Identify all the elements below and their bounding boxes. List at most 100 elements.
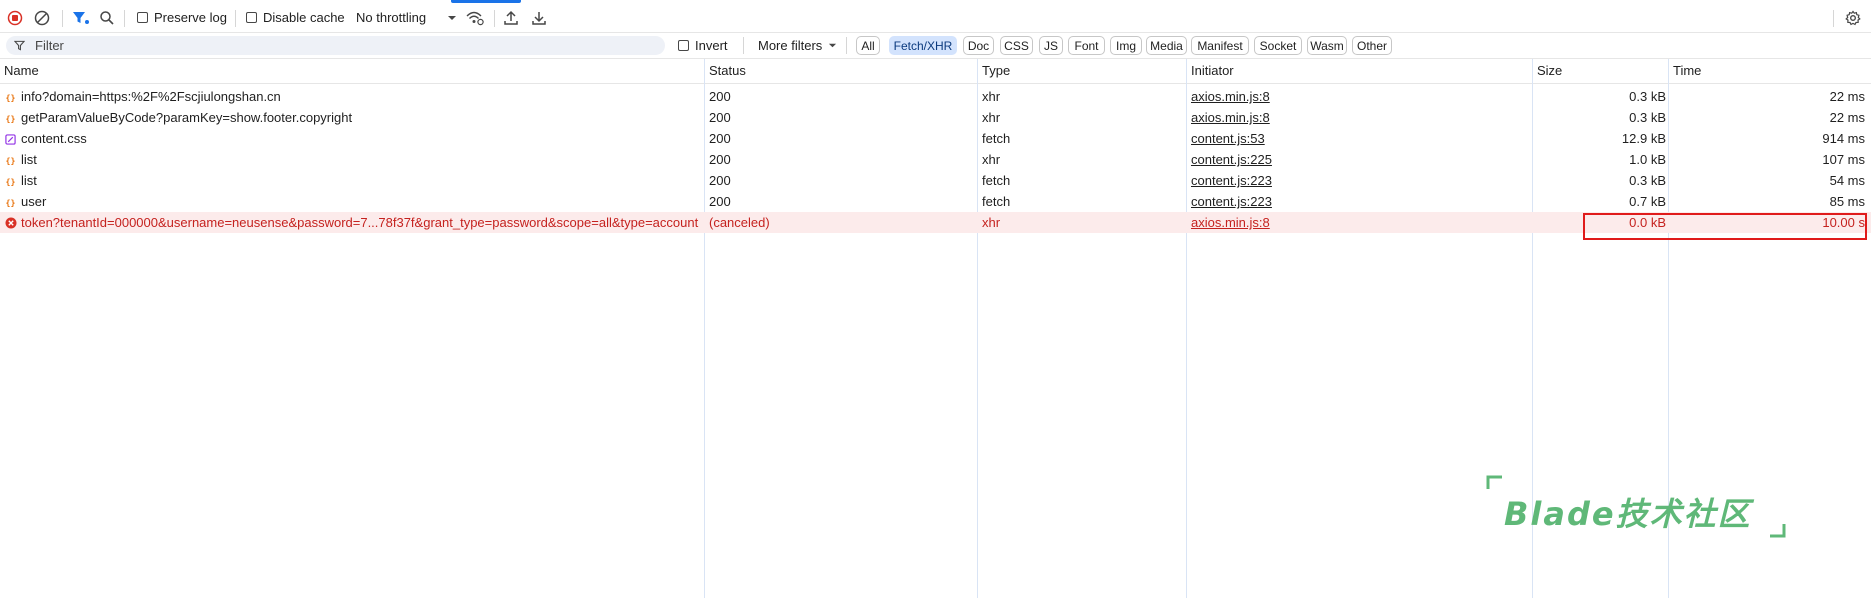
more-filters-dropdown[interactable]: More filters bbox=[758, 33, 837, 58]
request-size: 0.3 kB bbox=[1629, 173, 1666, 188]
network-toolbar: Preserve log Disable cache No throttling bbox=[0, 3, 1871, 33]
type-filter-doc[interactable]: Doc bbox=[963, 36, 994, 55]
import-har-icon[interactable] bbox=[503, 3, 519, 32]
column-header-type[interactable]: Type bbox=[978, 59, 1186, 83]
highlight-box bbox=[1583, 213, 1867, 240]
throttling-select[interactable]: No throttling bbox=[356, 3, 456, 32]
network-conditions-icon[interactable] bbox=[466, 3, 484, 32]
request-type: fetch bbox=[982, 194, 1011, 209]
request-size: 1.0 kB bbox=[1629, 152, 1666, 167]
request-type: xhr bbox=[982, 215, 1001, 230]
checkbox-box[interactable] bbox=[137, 12, 148, 23]
preserve-log-label: Preserve log bbox=[154, 10, 227, 25]
request-type: fetch bbox=[982, 131, 1011, 146]
type-filter-media[interactable]: Media bbox=[1146, 36, 1187, 55]
dropdown-arrow-icon[interactable] bbox=[447, 3, 457, 32]
requests-table-header: Name Status Type Initiator Size Time bbox=[0, 59, 1871, 84]
column-header-status[interactable]: Status bbox=[705, 59, 977, 83]
filter-input[interactable]: Filter bbox=[6, 36, 665, 55]
request-time: 22 ms bbox=[1829, 110, 1865, 125]
request-type: fetch bbox=[982, 173, 1011, 188]
toolbar-divider bbox=[235, 10, 236, 27]
checkbox-box[interactable] bbox=[246, 12, 257, 23]
clear-icon[interactable] bbox=[34, 3, 50, 32]
error-icon bbox=[5, 217, 17, 229]
export-har-icon[interactable] bbox=[531, 3, 547, 32]
search-icon[interactable] bbox=[99, 3, 115, 32]
stop-recording-icon[interactable] bbox=[7, 3, 23, 32]
column-header-initiator[interactable]: Initiator bbox=[1187, 59, 1532, 83]
request-status: 200 bbox=[709, 194, 731, 209]
table-row[interactable]: {} user 200 fetch content.js:223 0.7 kB 85 ms bbox=[0, 191, 1871, 212]
request-status: 200 bbox=[709, 110, 731, 125]
filter-icon[interactable] bbox=[72, 3, 90, 32]
request-size: 12.9 kB bbox=[1621, 131, 1666, 146]
table-row[interactable]: {} list 200 xhr content.js:225 1.0 kB 107 ms bbox=[0, 149, 1871, 170]
request-initiator[interactable]: axios.min.js:8 bbox=[1191, 107, 1529, 128]
svg-text:{}: {} bbox=[6, 114, 16, 124]
request-type: xhr bbox=[982, 110, 1001, 125]
type-filter-font[interactable]: Font bbox=[1068, 36, 1105, 55]
throttling-value: No throttling bbox=[356, 10, 427, 25]
type-filter-css[interactable]: CSS bbox=[1000, 36, 1033, 55]
toolbar-divider bbox=[1833, 10, 1834, 27]
request-name: content.css bbox=[21, 131, 87, 146]
request-name: list bbox=[21, 152, 37, 167]
column-header-size[interactable]: Size bbox=[1533, 59, 1668, 83]
request-initiator[interactable]: content.js:53 bbox=[1191, 128, 1529, 149]
request-time: 22 ms bbox=[1829, 89, 1865, 104]
table-row[interactable]: {} info?domain=https:%2F%2Fscjiulongshan.… bbox=[0, 86, 1871, 107]
request-initiator[interactable]: content.js:223 bbox=[1191, 191, 1529, 212]
request-size: 0.7 kB bbox=[1629, 194, 1666, 209]
column-header-time[interactable]: Time bbox=[1669, 59, 1869, 83]
xhr-icon: {} bbox=[5, 154, 16, 166]
request-initiator[interactable]: axios.min.js:8 bbox=[1191, 212, 1529, 233]
request-name: getParamValueByCode?paramKey=show.footer… bbox=[21, 110, 353, 125]
xhr-icon: {} bbox=[5, 112, 16, 124]
svg-text:{}: {} bbox=[6, 198, 16, 208]
invert-checkbox[interactable]: Invert bbox=[678, 33, 728, 58]
more-filters-label: More filters bbox=[758, 38, 823, 53]
type-filter-fetch-xhr[interactable]: Fetch/XHR bbox=[889, 36, 957, 55]
request-size: 0.3 kB bbox=[1629, 110, 1666, 125]
request-initiator[interactable]: content.js:225 bbox=[1191, 149, 1529, 170]
svg-text:{}: {} bbox=[6, 177, 16, 187]
checkbox-box[interactable] bbox=[678, 40, 689, 51]
svg-text:{}: {} bbox=[6, 156, 16, 166]
disable-cache-label: Disable cache bbox=[263, 10, 345, 25]
request-time: 107 ms bbox=[1822, 152, 1865, 167]
type-filter-socket[interactable]: Socket bbox=[1254, 36, 1302, 55]
request-status: 200 bbox=[709, 173, 731, 188]
table-row[interactable]: {} getParamValueByCode?paramKey=show.foot… bbox=[0, 107, 1871, 128]
settings-gear-icon[interactable] bbox=[1845, 3, 1861, 32]
watermark: Blade技术社区 bbox=[1486, 475, 1786, 541]
request-type: xhr bbox=[982, 89, 1001, 104]
request-status: 200 bbox=[709, 131, 731, 146]
request-name: list bbox=[21, 173, 37, 188]
table-row[interactable]: content.css 200 fetch content.js:53 12.9 kB 9… bbox=[0, 128, 1871, 149]
type-filter-other[interactable]: Other bbox=[1352, 36, 1392, 55]
request-initiator[interactable]: content.js:223 bbox=[1191, 170, 1529, 191]
column-header-name[interactable]: Name bbox=[0, 59, 704, 83]
stylesheet-icon bbox=[5, 133, 16, 145]
request-initiator[interactable]: axios.min.js:8 bbox=[1191, 86, 1529, 107]
request-status: 200 bbox=[709, 89, 731, 104]
request-name: user bbox=[21, 194, 47, 209]
toolbar-divider bbox=[124, 10, 125, 27]
disable-cache-checkbox[interactable]: Disable cache bbox=[246, 3, 345, 32]
toolbar-divider bbox=[62, 10, 63, 27]
type-filter-js[interactable]: JS bbox=[1039, 36, 1063, 55]
svg-text:{}: {} bbox=[6, 93, 16, 103]
filter-divider bbox=[846, 37, 847, 54]
request-time: 54 ms bbox=[1829, 173, 1865, 188]
type-filter-img[interactable]: Img bbox=[1110, 36, 1142, 55]
filter-divider bbox=[743, 37, 744, 54]
request-size: 0.3 kB bbox=[1629, 89, 1666, 104]
type-filter-wasm[interactable]: Wasm bbox=[1307, 36, 1347, 55]
table-row[interactable]: {} list 200 fetch content.js:223 0.3 kB 54 ms bbox=[0, 170, 1871, 191]
type-filter-all[interactable]: All bbox=[856, 36, 880, 55]
preserve-log-checkbox[interactable]: Preserve log bbox=[137, 3, 227, 32]
type-filter-manifest[interactable]: Manifest bbox=[1191, 36, 1249, 55]
xhr-icon: {} bbox=[5, 175, 16, 187]
request-name: info?domain=https:%2F%2Fscjiulongshan.cn bbox=[21, 89, 281, 104]
